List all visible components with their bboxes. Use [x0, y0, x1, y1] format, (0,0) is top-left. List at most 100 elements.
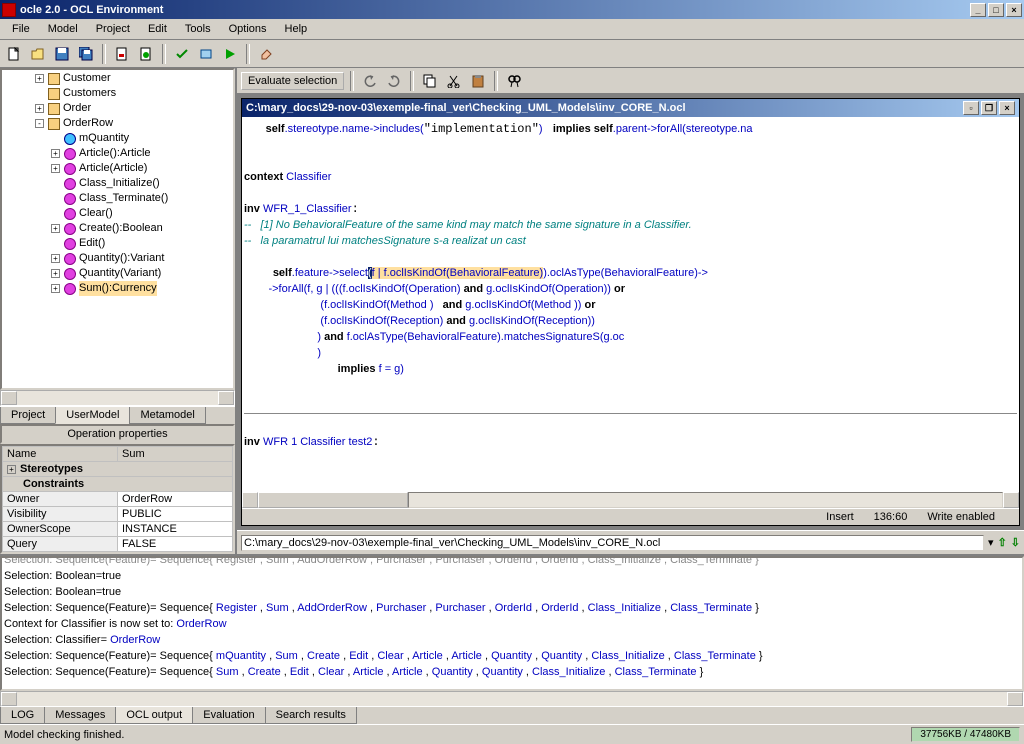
bottom-tabs: LOG Messages OCL output Evaluation Searc… — [0, 707, 1024, 724]
tree-item[interactable]: Class_Initialize() — [3, 176, 232, 191]
editor-rw: Write enabled — [927, 511, 995, 523]
menu-help[interactable]: Help — [277, 21, 316, 37]
model-tree[interactable]: +CustomerCustomers+Order-OrderRowmQuanti… — [0, 68, 235, 390]
cls-icon — [48, 118, 60, 130]
find-icon[interactable] — [504, 71, 524, 91]
menu-edit[interactable]: Edit — [140, 21, 175, 37]
output-hscroll[interactable] — [0, 691, 1024, 707]
cls-icon — [48, 73, 60, 85]
prop-name-header: Name — [3, 447, 118, 462]
left-tabs: Project UserModel Metamodel — [0, 406, 235, 424]
nav-up-icon[interactable]: ⇧ — [998, 536, 1007, 549]
document-titlebar: C:\mary_docs\29-nov-03\exemple-final_ver… — [242, 99, 1019, 117]
newmodel-icon[interactable] — [112, 44, 132, 64]
minimize-button[interactable]: _ — [970, 3, 986, 17]
expand-icon[interactable]: + — [51, 149, 60, 158]
tree-item[interactable]: +Customer — [3, 71, 232, 86]
check-icon[interactable] — [172, 44, 192, 64]
expand-icon[interactable]: + — [51, 164, 60, 173]
maximize-button[interactable]: □ — [988, 3, 1004, 17]
tree-item[interactable]: Clear() — [3, 206, 232, 221]
window-title: ocle 2.0 - OCL Environment — [20, 4, 163, 16]
editor-position: 136:60 — [874, 511, 908, 523]
expand-icon[interactable]: - — [35, 119, 44, 128]
tree-item[interactable]: Edit() — [3, 236, 232, 251]
dropdown-icon[interactable]: ▾ — [988, 536, 994, 549]
doc-restore-button[interactable]: ❐ — [981, 101, 997, 115]
menu-file[interactable]: File — [4, 21, 38, 37]
expand-icon[interactable]: + — [35, 104, 44, 113]
editor-status: Insert 136:60 Write enabled — [242, 508, 1019, 525]
menu-bar: File Model Project Edit Tools Options He… — [0, 19, 1024, 40]
document-window: C:\mary_docs\29-nov-03\exemple-final_ver… — [241, 98, 1020, 526]
tab-project[interactable]: Project — [0, 407, 56, 424]
expand-icon[interactable]: + — [51, 269, 60, 278]
tab-evaluation[interactable]: Evaluation — [192, 707, 265, 724]
expand-icon[interactable]: + — [35, 74, 44, 83]
tab-log[interactable]: LOG — [0, 707, 45, 724]
prop-constraints[interactable]: Constraints — [23, 478, 84, 490]
prop-value-header: Sum — [118, 447, 233, 462]
main-toolbar — [0, 40, 1024, 68]
expand-icon[interactable]: + — [51, 224, 60, 233]
attr-icon — [64, 133, 76, 145]
menu-model[interactable]: Model — [40, 21, 86, 37]
editor-hscroll[interactable] — [242, 492, 1019, 508]
code-editor[interactable]: self.stereotype.name->includes("implemen… — [242, 117, 1019, 492]
menu-options[interactable]: Options — [221, 21, 275, 37]
tree-item[interactable]: +Quantity():Variant — [3, 251, 232, 266]
op-icon — [62, 235, 79, 252]
status-message: Model checking finished. — [4, 729, 124, 741]
doc-close-button[interactable]: × — [999, 101, 1015, 115]
tree-item[interactable]: Customers — [3, 86, 232, 101]
compile-icon[interactable] — [196, 44, 216, 64]
status-bar: Model checking finished. 37756KB / 47480… — [0, 724, 1024, 744]
tree-item[interactable]: +Quantity(Variant) — [3, 266, 232, 281]
output-area[interactable]: Selection: Sequence(Feature)= Sequence{ … — [0, 556, 1024, 691]
op-icon — [62, 190, 79, 207]
tree-item[interactable]: +Article(Article) — [3, 161, 232, 176]
expand-icon[interactable]: + — [51, 254, 60, 263]
tab-metamodel[interactable]: Metamodel — [129, 407, 205, 424]
save-icon[interactable] — [52, 44, 72, 64]
op-icon — [62, 250, 79, 267]
tree-item[interactable]: +Sum():Currency — [3, 281, 232, 296]
run-icon[interactable] — [220, 44, 240, 64]
saveall-icon[interactable] — [76, 44, 96, 64]
tab-usermodel[interactable]: UserModel — [55, 407, 130, 424]
menu-project[interactable]: Project — [88, 21, 138, 37]
tab-search[interactable]: Search results — [265, 707, 357, 724]
path-input[interactable] — [241, 535, 984, 551]
tree-hscroll[interactable] — [0, 390, 235, 406]
menu-tools[interactable]: Tools — [177, 21, 219, 37]
redo-icon[interactable] — [384, 71, 404, 91]
undo-icon[interactable] — [360, 71, 380, 91]
op-icon — [62, 280, 79, 297]
bottom-panel: Selection: Sequence(Feature)= Sequence{ … — [0, 554, 1024, 724]
nav-down-icon[interactable]: ⇩ — [1011, 536, 1020, 549]
tree-item[interactable]: +Order — [3, 101, 232, 116]
tab-messages[interactable]: Messages — [44, 707, 116, 724]
properties-title: Operation properties — [0, 424, 235, 444]
newproject-icon[interactable] — [136, 44, 156, 64]
copy-icon[interactable] — [420, 71, 440, 91]
cut-icon[interactable] — [444, 71, 464, 91]
tree-item[interactable]: +Article():Article — [3, 146, 232, 161]
memory-status: 37756KB / 47480KB — [911, 727, 1020, 742]
tree-item[interactable]: -OrderRow — [3, 116, 232, 131]
new-icon[interactable] — [4, 44, 24, 64]
close-button[interactable]: × — [1006, 3, 1022, 17]
op-icon — [62, 265, 79, 282]
tree-item[interactable]: mQuantity — [3, 131, 232, 146]
tab-ocl-output[interactable]: OCL output — [115, 707, 193, 724]
open-icon[interactable] — [28, 44, 48, 64]
prop-stereotypes[interactable]: Stereotypes — [20, 463, 83, 475]
doc-min-button[interactable]: ▫ — [963, 101, 979, 115]
document-path: C:\mary_docs\29-nov-03\exemple-final_ver… — [246, 102, 686, 114]
paste-icon[interactable] — [468, 71, 488, 91]
tree-item[interactable]: +Create():Boolean — [3, 221, 232, 236]
tree-item[interactable]: Class_Terminate() — [3, 191, 232, 206]
evaluate-selection-button[interactable]: Evaluate selection — [241, 72, 344, 90]
erase-icon[interactable] — [256, 44, 276, 64]
expand-icon[interactable]: + — [51, 284, 60, 293]
